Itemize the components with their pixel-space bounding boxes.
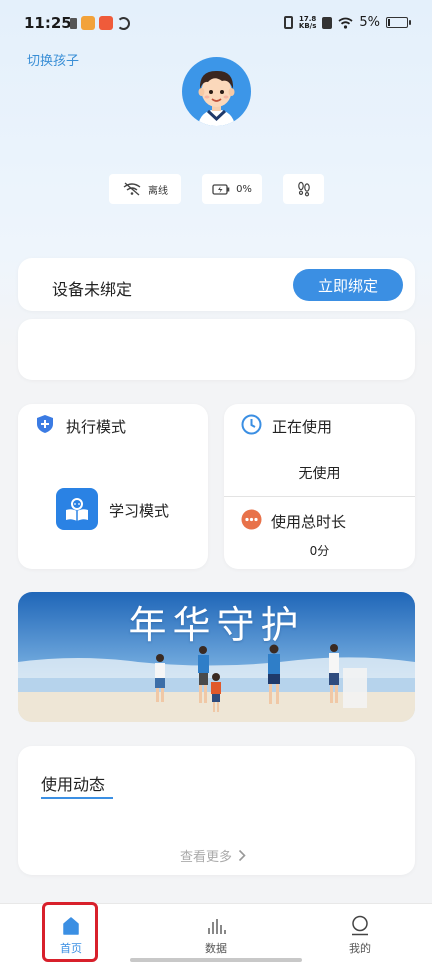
status-notification-icons (70, 16, 130, 30)
device-unbound-label: 设备未绑定 (52, 280, 133, 299)
in-use-title: 正在使用 (272, 418, 333, 436)
bind-now-button[interactable]: 立即绑定 (293, 269, 403, 301)
net-speed: 17.8 KB/s (298, 15, 317, 30)
vibrate-icon (283, 16, 293, 29)
see-more-label: 查看更多 (180, 850, 233, 865)
banner-title: 年华守护 (128, 603, 305, 647)
battery-charging-icon (212, 183, 230, 195)
footprints-icon (297, 181, 310, 197)
study-mode-label: 学习模式 (109, 502, 170, 520)
more-dots-icon (241, 509, 262, 530)
activity-title: 使用动态 (41, 775, 106, 794)
promo-banner[interactable]: 年华守护 (18, 592, 415, 722)
switch-child-link[interactable]: 切换孩子 (27, 50, 79, 69)
sim-icon (70, 17, 77, 29)
tab-data[interactable]: 数据 (176, 904, 256, 964)
net-speed-unit: KB/s (298, 21, 317, 30)
child-avatar[interactable] (182, 57, 251, 126)
tab-mine[interactable]: 我的 (320, 904, 400, 964)
battery-status-chip: 0% (202, 174, 262, 204)
sim-x-icon (322, 16, 333, 29)
battery-icon (386, 17, 411, 28)
activity-title-underline (41, 797, 113, 799)
clock-icon (241, 414, 262, 435)
shield-plus-icon (37, 415, 53, 433)
usage-divider (224, 496, 415, 497)
wifi-off-icon (123, 182, 141, 196)
study-mode-icon-tile (56, 488, 98, 530)
bar-chart-icon (208, 919, 226, 934)
see-more-link[interactable]: 查看更多 (180, 846, 246, 865)
info-card (18, 319, 415, 380)
network-status-chip: 离线 (109, 174, 181, 204)
total-usage-title: 使用总时长 (271, 513, 347, 531)
network-status-text: 离线 (148, 185, 168, 197)
total-usage-value: 0分 (309, 544, 330, 558)
battery-percent: 5% (359, 15, 380, 30)
book-reader-icon (66, 498, 88, 521)
app-notification-icon (81, 16, 95, 30)
gesture-bar[interactable] (130, 958, 302, 962)
sync-icon (117, 16, 130, 30)
status-right-icons: 17.8 KB/s 5% (283, 15, 411, 30)
in-use-value: 无使用 (298, 466, 341, 482)
execution-mode-title: 执行模式 (66, 418, 127, 436)
steps-chip[interactable] (283, 174, 324, 204)
status-time: 11:25 (24, 14, 72, 32)
app-notification-icon (99, 16, 113, 30)
tab-data-label: 数据 (205, 942, 227, 955)
chevron-right-icon (238, 849, 246, 862)
person-icon (352, 915, 368, 936)
boy-avatar-icon (198, 70, 235, 126)
battery-status-text: 0% (236, 183, 252, 195)
home-tab-highlight (42, 902, 98, 962)
tab-mine-label: 我的 (349, 942, 371, 955)
wifi-icon (338, 17, 353, 29)
